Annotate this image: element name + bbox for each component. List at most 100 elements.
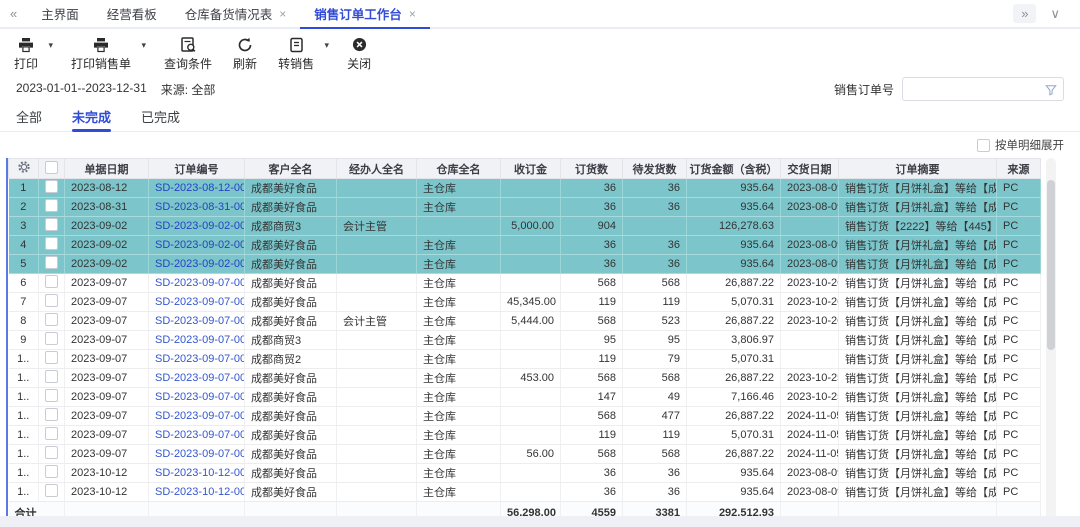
column-header-order_no[interactable]: 订单编号 — [149, 159, 245, 179]
table-row[interactable]: 82023-09-07SD-2023-09-07-00012成都美好食品会计主管… — [9, 312, 1041, 331]
cell-order_no[interactable]: SD-2023-09-07-00012 — [149, 312, 245, 331]
row-checkbox[interactable] — [45, 446, 58, 459]
cell-order_no[interactable]: SD-2023-09-07-00014 — [149, 350, 245, 369]
column-header-pending[interactable]: 待发货数 — [623, 159, 687, 179]
row-checkbox[interactable] — [45, 180, 58, 193]
column-settings-button[interactable] — [9, 159, 39, 179]
cell-order_no[interactable]: SD-2023-09-07-00010 — [149, 274, 245, 293]
cell-order_no[interactable]: SD-2023-09-07-00016 — [149, 388, 245, 407]
vertical-scrollbar[interactable] — [1046, 158, 1056, 524]
dropdown-caret-icon[interactable]: ▾ — [48, 40, 53, 51]
table-row[interactable]: 1..2023-09-07SD-2023-09-07-00015成都美好食品主仓… — [9, 369, 1041, 388]
tabs-dropdown-icon[interactable]: ∨ — [1040, 6, 1070, 22]
toolbar-button-label: 关闭 — [347, 55, 371, 72]
column-header-date[interactable]: 单据日期 — [65, 159, 149, 179]
column-header-received[interactable]: 收订金 — [501, 159, 561, 179]
cell-order_no[interactable]: SD-2023-09-02-00024 — [149, 255, 245, 274]
cell-order_no[interactable]: SD-2023-09-07-00013 — [149, 331, 245, 350]
tabs-overflow-icon[interactable]: » — [1013, 4, 1036, 23]
table-row[interactable]: 1..2023-10-12SD-2023-10-12-00020成都美好食品主仓… — [9, 464, 1041, 483]
table-row[interactable]: 62023-09-07SD-2023-09-07-00010成都美好食品主仓库5… — [9, 274, 1041, 293]
table-row[interactable]: 22023-08-31SD-2023-08-31-00003成都美好食品主仓库3… — [9, 198, 1041, 217]
row-checkbox[interactable] — [45, 294, 58, 307]
row-checkbox[interactable] — [45, 389, 58, 402]
table-row[interactable]: 72023-09-07SD-2023-09-07-00011成都美好食品主仓库4… — [9, 293, 1041, 312]
cell-order_no[interactable]: SD-2023-09-07-00019 — [149, 445, 245, 464]
print-sales-slip-button[interactable]: 打印销售单▾ — [71, 36, 131, 72]
row-index: 1 — [9, 179, 39, 198]
convert-to-sales-button[interactable]: 转销售▾ — [278, 36, 314, 72]
cell-order_no[interactable]: SD-2023-09-07-00011 — [149, 293, 245, 312]
cell-order_no[interactable]: SD-2023-09-07-00015 — [149, 369, 245, 388]
column-header-warehouse[interactable]: 仓库全名 — [417, 159, 501, 179]
tab-bar: « 主界面经营看板仓库备货情况表×销售订单工作台× » ∨ — [0, 0, 1080, 29]
table-row[interactable]: 32023-09-02SD-2023-09-02-00004成都商贸3会计主管5… — [9, 217, 1041, 236]
tabs-collapse-icon[interactable]: « — [0, 0, 27, 27]
column-header-customer[interactable]: 客户全名 — [245, 159, 337, 179]
cell-due_date: 2023-08-09 — [781, 236, 839, 255]
row-checkbox[interactable] — [45, 370, 58, 383]
order-no-input[interactable] — [902, 77, 1064, 101]
status-tab-finished[interactable]: 已完成 — [141, 102, 180, 131]
status-tab-all[interactable]: 全部 — [16, 102, 42, 131]
row-checkbox[interactable] — [45, 199, 58, 212]
filter-funnel-icon[interactable] — [1045, 83, 1057, 101]
dropdown-caret-icon[interactable]: ▾ — [142, 40, 147, 51]
tab-sales-order-workbench[interactable]: 销售订单工作台× — [300, 0, 430, 29]
checkbox[interactable] — [45, 161, 58, 174]
cell-customer: 成都美好食品 — [245, 426, 337, 445]
cell-order_no[interactable]: SD-2023-09-07-00018 — [149, 426, 245, 445]
row-checkbox[interactable] — [45, 465, 58, 478]
scrollbar-thumb[interactable] — [1047, 180, 1055, 350]
table-row[interactable]: 42023-09-02SD-2023-09-02-00023成都美好食品主仓库3… — [9, 236, 1041, 255]
tab-close-icon[interactable]: × — [279, 7, 286, 21]
cell-order_no[interactable]: SD-2023-08-31-00003 — [149, 198, 245, 217]
tab-close-icon[interactable]: × — [409, 7, 416, 21]
status-tab-unfinished[interactable]: 未完成 — [72, 102, 111, 131]
table-row[interactable]: 92023-09-07SD-2023-09-07-00013成都商贸3主仓库95… — [9, 331, 1041, 350]
row-checkbox[interactable] — [45, 408, 58, 421]
column-header-qty[interactable]: 订货数 — [561, 159, 623, 179]
column-header-amount[interactable]: 订货金额（含税） — [687, 159, 781, 179]
column-header-source[interactable]: 来源 — [997, 159, 1041, 179]
select-all-checkbox[interactable] — [39, 159, 65, 179]
query-conditions-button[interactable]: 查询条件 — [164, 36, 212, 72]
cell-order_no[interactable]: SD-2023-09-07-00017 — [149, 407, 245, 426]
expand-checkbox[interactable] — [977, 139, 990, 152]
row-checkbox[interactable] — [45, 351, 58, 364]
cell-order_no[interactable]: SD-2023-09-02-00023 — [149, 236, 245, 255]
table-row[interactable]: 1..2023-09-07SD-2023-09-07-00016成都美好食品主仓… — [9, 388, 1041, 407]
row-checkbox[interactable] — [45, 427, 58, 440]
dropdown-caret-icon[interactable]: ▾ — [325, 40, 330, 51]
close-button[interactable]: 关闭 — [347, 36, 371, 72]
table-row[interactable]: 12023-08-12SD-2023-08-12-00022成都美好食品主仓库3… — [9, 179, 1041, 198]
tab-business-dashboard[interactable]: 经营看板 — [93, 0, 171, 29]
cell-pending: 568 — [623, 369, 687, 388]
cell-order_no[interactable]: SD-2023-10-12-00021 — [149, 483, 245, 502]
row-checkbox[interactable] — [45, 313, 58, 326]
tab-main[interactable]: 主界面 — [27, 0, 93, 29]
table-row[interactable]: 1..2023-09-07SD-2023-09-07-00017成都美好食品主仓… — [9, 407, 1041, 426]
row-checkbox[interactable] — [45, 484, 58, 497]
column-header-due_date[interactable]: 交货日期 — [781, 159, 839, 179]
table-row[interactable]: 1..2023-10-12SD-2023-10-12-00021成都美好食品主仓… — [9, 483, 1041, 502]
table-row[interactable]: 52023-09-02SD-2023-09-02-00024成都美好食品主仓库3… — [9, 255, 1041, 274]
cell-order_no[interactable]: SD-2023-08-12-00022 — [149, 179, 245, 198]
row-checkbox[interactable] — [45, 275, 58, 288]
column-header-summary[interactable]: 订单摘要 — [839, 159, 997, 179]
cell-order_no[interactable]: SD-2023-09-02-00004 — [149, 217, 245, 236]
row-checkbox[interactable] — [45, 332, 58, 345]
cell-order_no[interactable]: SD-2023-10-12-00020 — [149, 464, 245, 483]
table-row[interactable]: 1..2023-09-07SD-2023-09-07-00019成都美好食品主仓… — [9, 445, 1041, 464]
print-button[interactable]: 打印▾ — [14, 36, 38, 72]
column-header-agent[interactable]: 经办人全名 — [337, 159, 417, 179]
table-row[interactable]: 1..2023-09-07SD-2023-09-07-00014成都商贸2主仓库… — [9, 350, 1041, 369]
row-checkbox[interactable] — [45, 218, 58, 231]
tab-warehouse-stock-report[interactable]: 仓库备货情况表× — [171, 0, 301, 29]
table-row[interactable]: 1..2023-09-07SD-2023-09-07-00018成都美好食品主仓… — [9, 426, 1041, 445]
cell-source: PC — [997, 369, 1041, 388]
toolbar-button-label: 转销售 — [278, 55, 314, 72]
refresh-button[interactable]: 刷新 — [233, 36, 257, 72]
row-checkbox[interactable] — [45, 237, 58, 250]
row-checkbox[interactable] — [45, 256, 58, 269]
